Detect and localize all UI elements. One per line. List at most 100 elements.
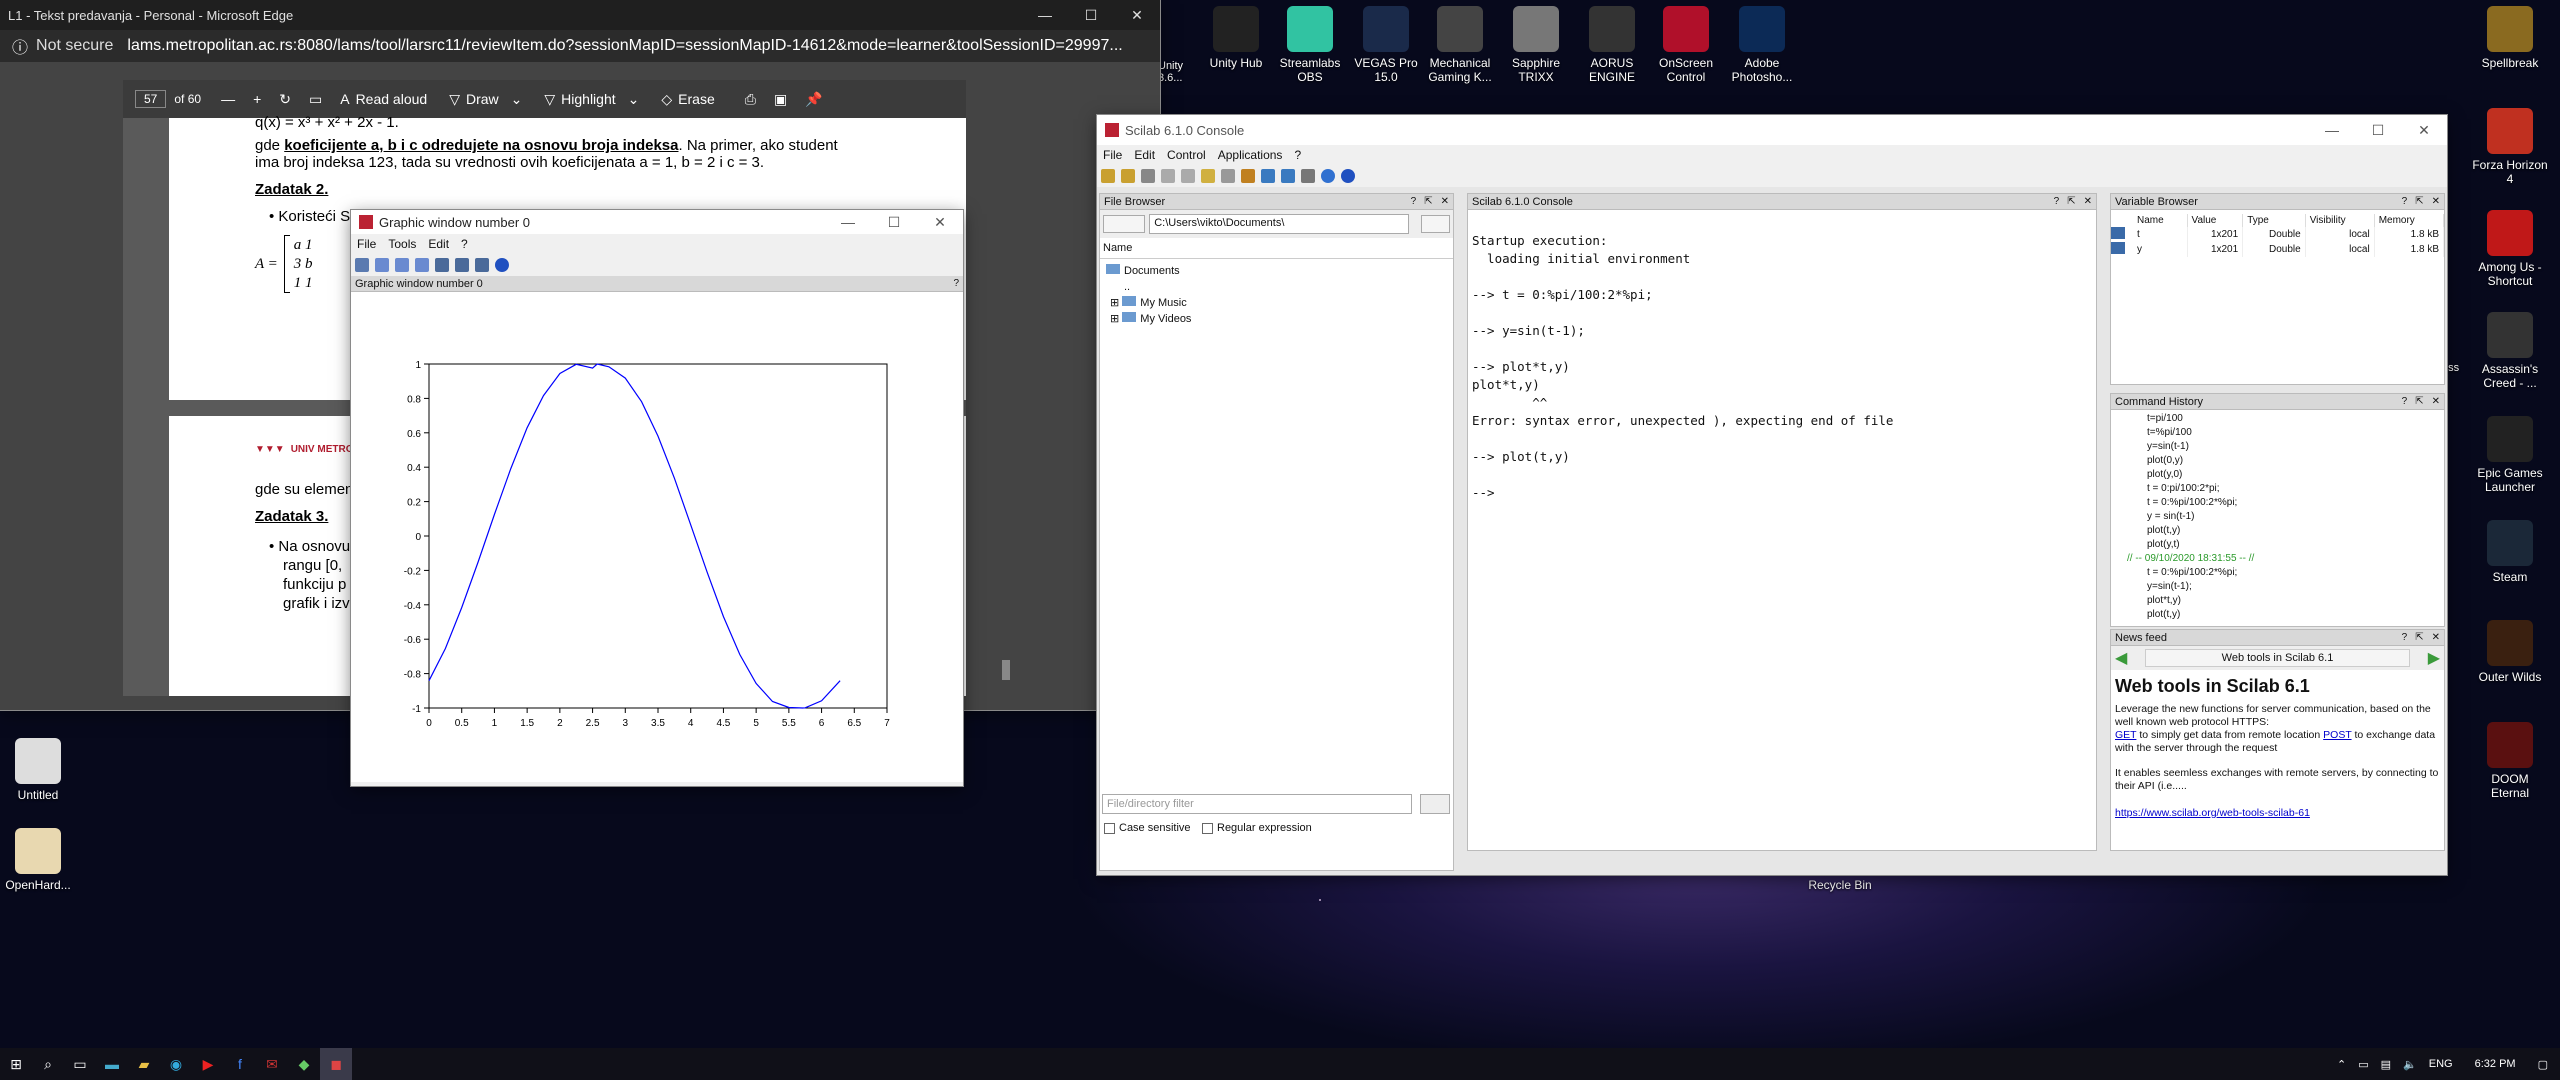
- column-header[interactable]: Value: [2187, 214, 2244, 227]
- desktop-icon[interactable]: Streamlabs OBS: [1272, 6, 1348, 84]
- recycle-bin[interactable]: Recycle Bin: [1800, 878, 1880, 892]
- regex-checkbox[interactable]: Regular expression: [1202, 822, 1312, 834]
- history-item[interactable]: t=pi/100: [2147, 412, 2444, 426]
- youtube-icon[interactable]: ▶: [192, 1048, 224, 1080]
- desktop-icon[interactable]: Adobe Photosho...: [1724, 6, 1800, 84]
- url-text[interactable]: lams.metropolitan.ac.rs:8080/lams/tool/l…: [127, 37, 1122, 55]
- undock-icon[interactable]: ⇱: [2415, 196, 2423, 207]
- tree-item[interactable]: ⊞ My Music: [1106, 295, 1447, 311]
- desktop-icon[interactable]: Mechanical Gaming K...: [1422, 6, 1498, 84]
- pdf-scrollbar[interactable]: [1000, 120, 1012, 700]
- help-icon[interactable]: [1341, 169, 1355, 183]
- menu-item[interactable]: File: [351, 237, 382, 251]
- menu-item[interactable]: Edit: [422, 237, 455, 251]
- desktop-icon[interactable]: DOOM Eternal: [2472, 722, 2548, 800]
- zoom-in-icon[interactable]: [375, 258, 389, 272]
- help-icon[interactable]: ?: [2054, 196, 2060, 207]
- history-item[interactable]: plot*t,y): [2147, 594, 2444, 608]
- console-output[interactable]: Startup execution: loading initial envir…: [1468, 210, 2096, 506]
- undock-icon[interactable]: ⇱: [1424, 196, 1432, 207]
- column-header[interactable]: Memory: [2374, 214, 2445, 227]
- table-row[interactable]: y 1x201 Double local 1.8 kB: [2111, 242, 2445, 257]
- draw-button[interactable]: ▽ Draw ⌄: [449, 91, 522, 108]
- tree-root[interactable]: Documents: [1106, 263, 1447, 279]
- history-item[interactable]: plot(0,y): [2147, 454, 2444, 468]
- new-icon[interactable]: [1101, 169, 1115, 183]
- history-item[interactable]: plot(t,y): [2147, 608, 2444, 622]
- history-item[interactable]: t = 0:pi/100:2*pi;: [2147, 482, 2444, 496]
- close-icon[interactable]: ✕: [1441, 196, 1449, 207]
- maximize-button[interactable]: ☐: [1068, 7, 1114, 24]
- desktop-icon[interactable]: Untitled: [0, 738, 76, 802]
- cut-icon[interactable]: [1141, 169, 1155, 183]
- history-item[interactable]: plot(t,y): [2147, 524, 2444, 538]
- desktop-icon[interactable]: Outer Wilds: [2472, 620, 2548, 684]
- page-number-input[interactable]: 57: [135, 90, 167, 108]
- datatip-icon[interactable]: [435, 258, 449, 272]
- close-icon[interactable]: ✕: [2432, 196, 2440, 207]
- close-icon[interactable]: ✕: [2432, 396, 2440, 407]
- column-header[interactable]: Name: [2133, 214, 2188, 227]
- desktop-icon[interactable]: Sapphire TRIXX: [1498, 6, 1574, 84]
- mail-icon[interactable]: ✉: [256, 1048, 288, 1080]
- menu-item[interactable]: Tools: [382, 237, 422, 251]
- menu-item[interactable]: Edit: [1128, 148, 1161, 162]
- settings-icon[interactable]: [1301, 169, 1315, 183]
- help-button[interactable]: ?: [953, 278, 963, 289]
- rotate-icon[interactable]: ↻: [279, 91, 291, 108]
- file-explorer-icon[interactable]: ▰: [128, 1048, 160, 1080]
- next-icon[interactable]: ▶: [2410, 648, 2440, 668]
- taskbar-app-icon[interactable]: ▬: [96, 1048, 128, 1080]
- menu-item[interactable]: ?: [455, 237, 474, 251]
- help-icon[interactable]: ?: [2402, 632, 2408, 643]
- history-item[interactable]: y = sin(t-1): [2147, 510, 2444, 524]
- history-item[interactable]: t=%pi/100: [2147, 426, 2444, 440]
- save-icon[interactable]: ▣: [774, 91, 787, 108]
- volume-icon[interactable]: 🔈: [2403, 1058, 2417, 1071]
- desktop-icon[interactable]: Forza Horizon 4: [2472, 108, 2548, 186]
- tree-item[interactable]: ⊞ My Videos: [1106, 311, 1447, 327]
- history-item[interactable]: y=sin(t-1);: [2147, 580, 2444, 594]
- tray-app-icon[interactable]: ▭: [2358, 1058, 2368, 1071]
- folder-icon[interactable]: [1103, 215, 1146, 233]
- read-aloud-button[interactable]: A Read aloud: [340, 91, 427, 107]
- table-row[interactable]: t 1x201 Double local 1.8 kB: [2111, 227, 2445, 242]
- minimize-button[interactable]: —: [1022, 7, 1068, 24]
- module-manager-icon[interactable]: [1261, 169, 1275, 183]
- erase-button[interactable]: ◇ Erase: [661, 91, 714, 108]
- web-icon[interactable]: [1321, 169, 1335, 183]
- help-icon[interactable]: ?: [1411, 196, 1417, 207]
- desktop-icon[interactable]: Among Us - Shortcut: [2472, 210, 2548, 288]
- minimize-button[interactable]: —: [2309, 122, 2355, 139]
- browse-icon[interactable]: [1421, 215, 1450, 233]
- close-button[interactable]: ✕: [917, 214, 963, 231]
- edit-axes-icon[interactable]: [455, 258, 469, 272]
- edge-icon[interactable]: ◉: [160, 1048, 192, 1080]
- copy-icon[interactable]: [1161, 169, 1175, 183]
- paste-icon[interactable]: [1181, 169, 1195, 183]
- undock-icon[interactable]: ⇱: [2415, 396, 2423, 407]
- help-icon[interactable]: ?: [2402, 396, 2408, 407]
- news-link[interactable]: https://www.scilab.org/web-tools-scilab-…: [2115, 807, 2440, 820]
- maximize-button[interactable]: ☐: [2355, 122, 2401, 139]
- menu-item[interactable]: ?: [1288, 148, 1307, 162]
- xcos-icon[interactable]: [1241, 169, 1255, 183]
- history-item[interactable]: y=sin(t-1): [2147, 440, 2444, 454]
- history-item[interactable]: t = 0:%pi/100:2*%pi;: [2147, 566, 2444, 580]
- undock-icon[interactable]: ⇱: [2067, 196, 2075, 207]
- console-panel[interactable]: Scilab 6.1.0 Console ? ⇱ ✕ Startup executi…: [1467, 193, 2097, 851]
- column-header[interactable]: Type: [2242, 214, 2306, 227]
- history-item[interactable]: plot(y,0): [2147, 468, 2444, 482]
- highlight-button[interactable]: ▽ Highlight ⌄: [544, 91, 639, 108]
- help-icon[interactable]: ?: [2402, 196, 2408, 207]
- help-icon[interactable]: [495, 258, 509, 272]
- search-icon[interactable]: ⌕: [32, 1048, 64, 1080]
- zoom-out-icon[interactable]: [415, 258, 429, 272]
- print-icon[interactable]: [1221, 169, 1235, 183]
- move-icon[interactable]: [475, 258, 489, 272]
- address-bar[interactable]: ⓘ Not secure lams.metropolitan.ac.rs:808…: [0, 30, 1160, 62]
- tree-item[interactable]: ..: [1106, 279, 1447, 295]
- scilab-taskbar-icon[interactable]: ◼: [320, 1048, 352, 1080]
- network-icon[interactable]: ▤: [2381, 1058, 2391, 1071]
- task-view-icon[interactable]: ▭: [64, 1048, 96, 1080]
